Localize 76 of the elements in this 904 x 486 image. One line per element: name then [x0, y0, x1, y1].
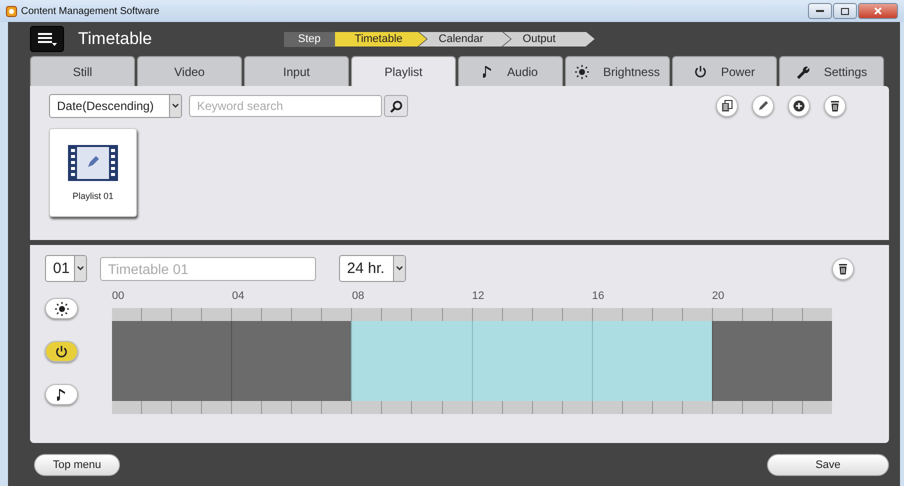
hour-slot[interactable] [322, 321, 352, 401]
hour-slot[interactable] [682, 321, 712, 401]
layer-button[interactable] [45, 298, 78, 319]
window-title: Content Management Software [21, 6, 160, 16]
close-icon [874, 7, 882, 15]
tab[interactable]: Input [244, 56, 349, 86]
hour-label: 00 [112, 290, 124, 302]
page-title: Timetable [78, 29, 154, 49]
sort-dropdown[interactable]: Date(Descending) [49, 94, 182, 118]
tab[interactable]: Power [672, 56, 777, 86]
delete-button[interactable] [824, 95, 846, 117]
hour-slot[interactable] [712, 321, 743, 401]
power-icon [55, 345, 68, 358]
menu-button[interactable] [30, 26, 64, 52]
step-item[interactable]: Timetable [334, 32, 427, 46]
copy-button[interactable] [716, 95, 738, 117]
edit-button[interactable] [752, 95, 774, 117]
save-button[interactable]: Save [767, 454, 889, 476]
hour-slot[interactable] [442, 321, 472, 401]
caret-icon [393, 256, 405, 281]
hour-slot[interactable] [802, 321, 832, 401]
hour-slot[interactable] [231, 321, 262, 401]
step-label: Step [284, 32, 335, 46]
minimize-button[interactable] [808, 3, 832, 19]
timetable-name-field[interactable]: Timetable 01 [100, 256, 316, 280]
delete-button[interactable] [832, 258, 854, 280]
hour-slot[interactable] [592, 321, 623, 401]
maximize-icon [841, 8, 849, 14]
music-note-icon [483, 64, 494, 78]
top-menu-button[interactable]: Top menu [34, 454, 120, 476]
music-note-icon [56, 388, 66, 402]
add-button[interactable] [788, 95, 810, 117]
plus-icon [793, 100, 805, 112]
search-button[interactable] [384, 95, 408, 117]
copy-icon [721, 100, 733, 112]
tab[interactable]: Still [30, 56, 135, 86]
close-button[interactable] [858, 3, 898, 19]
tab[interactable]: Video [137, 56, 242, 86]
power-icon [694, 65, 707, 78]
caret-icon [169, 95, 181, 117]
playlist-card[interactable]: Playlist 01 [49, 128, 137, 217]
hour-slot[interactable] [112, 321, 142, 401]
wrench-icon [796, 64, 810, 78]
hour-label: 08 [352, 290, 364, 302]
hour-label: 20 [712, 290, 724, 302]
hour-label: 16 [592, 290, 604, 302]
search-icon [390, 100, 402, 112]
app-icon [6, 6, 17, 16]
number-dropdown[interactable]: 01 [45, 255, 87, 282]
minimize-icon [816, 10, 824, 12]
hour-label: 04 [232, 290, 244, 302]
caret-icon [74, 256, 86, 281]
hour-slot[interactable] [351, 321, 382, 401]
tab[interactable]: Playlist [351, 56, 456, 86]
hour-label: 12 [472, 290, 484, 302]
hour-slot[interactable] [562, 321, 592, 401]
tab[interactable]: Brightness [565, 56, 670, 86]
range-dropdown[interactable]: 24 hr. [339, 255, 406, 282]
hour-slot[interactable] [201, 321, 232, 401]
maximize-button[interactable] [833, 3, 857, 19]
trash-icon [829, 100, 841, 112]
tab[interactable]: Audio [458, 56, 563, 86]
hour-slot[interactable] [472, 321, 502, 401]
brightness-icon [54, 302, 68, 316]
brightness-icon [575, 64, 590, 78]
search-field[interactable]: Keyword search [189, 95, 382, 117]
layer-button[interactable] [45, 341, 78, 362]
timeline-track[interactable] [112, 308, 832, 414]
pencil-icon [757, 100, 769, 112]
tab[interactable]: Settings [779, 56, 884, 86]
step-item[interactable]: Calendar [418, 32, 511, 46]
layer-button[interactable] [45, 384, 78, 405]
step-item[interactable]: Output [502, 32, 595, 46]
trash-icon [837, 262, 849, 274]
menu-icon [37, 32, 57, 46]
film-strip-icon [68, 144, 118, 180]
